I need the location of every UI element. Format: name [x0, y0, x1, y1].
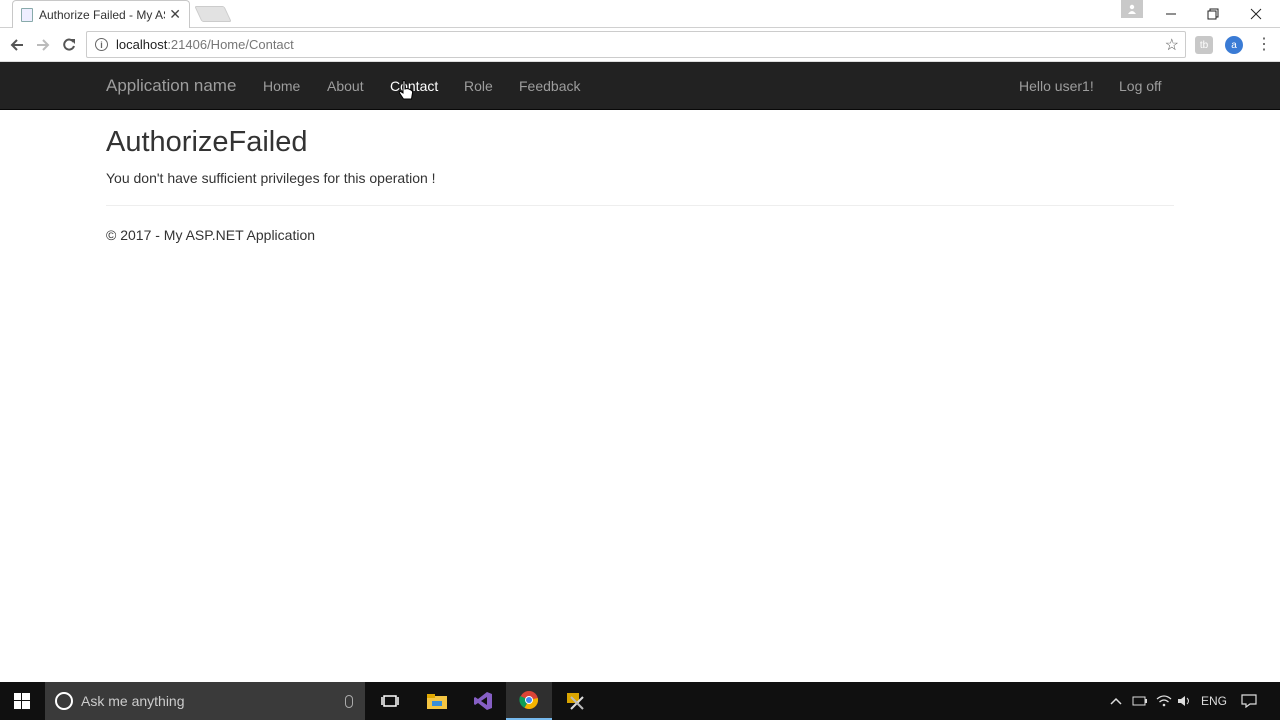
restore-icon[interactable]	[1191, 0, 1235, 28]
cortana-search-box[interactable]: Ask me anything	[45, 682, 365, 720]
hand-cursor-icon	[398, 80, 414, 100]
cortana-icon	[55, 692, 73, 710]
language-indicator[interactable]: ENG	[1201, 682, 1227, 720]
show-hidden-icons[interactable]	[1110, 682, 1122, 720]
divider	[106, 205, 1174, 206]
reload-icon[interactable]	[58, 34, 80, 56]
battery-icon[interactable]	[1132, 682, 1148, 720]
nav-link-feedback[interactable]: Feedback	[519, 78, 580, 94]
profile-icon[interactable]	[1121, 0, 1143, 18]
windows-taskbar: Ask me anything ENG	[0, 682, 1280, 720]
site-navbar: Application name Home About Contact Role…	[0, 62, 1280, 110]
user-greeting-link[interactable]: Hello user1!	[1019, 78, 1094, 94]
chrome-menu-icon[interactable]: ⋮	[1256, 34, 1272, 54]
bookmark-star-icon[interactable]: ☆	[1165, 35, 1179, 55]
windows-start-icon[interactable]	[0, 682, 44, 720]
file-explorer-icon[interactable]	[414, 682, 460, 720]
nav-link-home[interactable]: Home	[263, 78, 300, 94]
new-tab-button[interactable]	[194, 6, 232, 22]
search-placeholder: Ask me anything	[81, 693, 185, 709]
volume-icon[interactable]	[1177, 682, 1193, 720]
footer-copyright: © 2017 - My ASP.NET Application	[106, 227, 316, 243]
visual-studio-icon[interactable]	[460, 682, 506, 720]
tab-title: Authorize Failed - My AS	[39, 7, 166, 22]
nav-link-role[interactable]: Role	[464, 78, 493, 94]
close-window-icon[interactable]	[1234, 0, 1278, 28]
url-host: localhost	[116, 37, 168, 52]
address-bar[interactable]: i localhost:21406/Home/Contact ☆	[86, 31, 1186, 58]
tools-app-icon[interactable]	[552, 682, 598, 720]
error-message: You don't have sufficient privileges for…	[106, 170, 436, 186]
page-title: AuthorizeFailed	[106, 126, 308, 158]
back-arrow-icon[interactable]	[6, 34, 28, 56]
wifi-icon[interactable]	[1156, 682, 1172, 720]
browser-titlebar: Authorize Failed - My AS ✕	[0, 0, 1280, 28]
url-path: :21406/Home/Contact	[167, 37, 294, 52]
task-view-icon[interactable]	[367, 682, 413, 720]
close-tab-icon[interactable]: ✕	[169, 6, 181, 23]
page-favicon-icon	[21, 7, 33, 22]
minimize-icon[interactable]	[1149, 0, 1193, 28]
forward-arrow-icon[interactable]	[32, 34, 54, 56]
nav-link-about[interactable]: About	[327, 78, 364, 94]
action-center-icon[interactable]	[1241, 682, 1257, 720]
a-extension-icon[interactable]: a	[1225, 36, 1243, 54]
tb-extension-icon[interactable]: tb	[1195, 36, 1213, 54]
microphone-icon[interactable]	[345, 694, 353, 708]
chrome-icon[interactable]	[506, 682, 552, 720]
brand-link[interactable]: Application name	[106, 76, 236, 96]
log-off-link[interactable]: Log off	[1119, 78, 1162, 94]
browser-tab[interactable]: Authorize Failed - My AS ✕	[12, 0, 190, 28]
browser-toolbar: i localhost:21406/Home/Contact ☆ tb a ⋮	[0, 28, 1280, 62]
info-icon[interactable]: i	[95, 38, 108, 51]
